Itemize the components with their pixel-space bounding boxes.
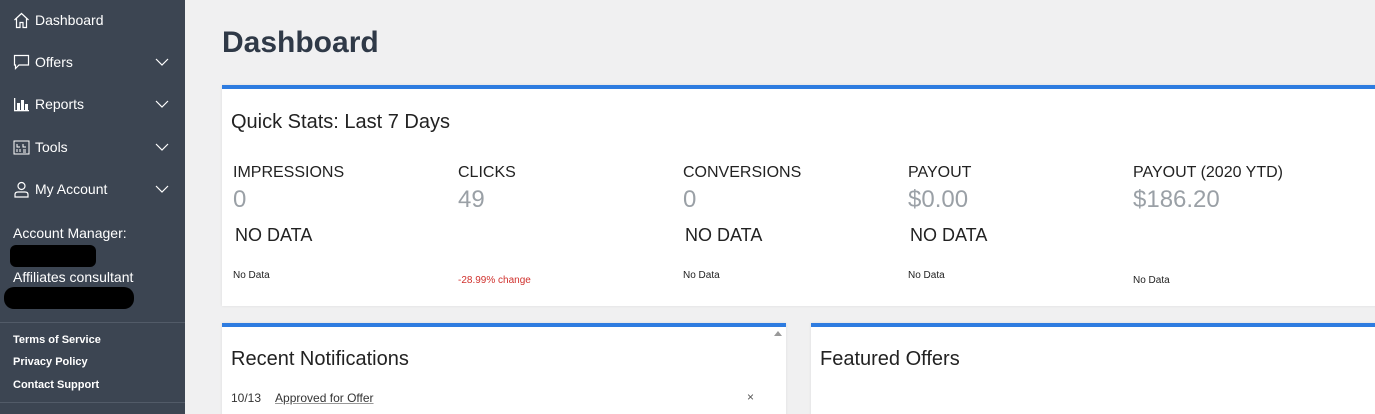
quick-stats-title: Quick Stats: Last 7 Days: [231, 111, 450, 133]
home-icon: [12, 11, 30, 29]
bar-chart-icon: [12, 95, 30, 113]
stat-foot: No Data: [1133, 275, 1170, 286]
sidebar-item-label: Offers: [35, 54, 73, 70]
page-title: Dashboard: [222, 26, 379, 59]
scroll-up-arrow[interactable]: [774, 331, 782, 336]
stat-value: 0: [233, 186, 247, 213]
sidebar-item-dashboard[interactable]: Dashboard: [0, 0, 185, 40]
notification-text[interactable]: Approved for Offer: [275, 391, 374, 405]
recent-notifications-card: Recent Notifications 10/13 Approved for …: [222, 323, 786, 414]
stat-value: 0: [683, 186, 697, 213]
sidebar-item-label: My Account: [35, 181, 108, 197]
stat-no-data: NO DATA: [910, 225, 988, 245]
stat-label: PAYOUT (2020 YTD): [1133, 164, 1283, 181]
stat-impressions: IMPRESSIONS 0: [233, 164, 453, 214]
stat-foot: No Data: [233, 270, 270, 281]
sidebar-item-offers[interactable]: Offers: [0, 42, 185, 82]
notifications-title: Recent Notifications: [231, 348, 409, 370]
contact-support-link[interactable]: Contact Support: [13, 379, 99, 391]
stat-value: 49: [458, 186, 485, 213]
stat-foot: No Data: [683, 270, 720, 281]
chevron-down-icon[interactable]: [155, 55, 169, 69]
chevron-down-icon[interactable]: [155, 97, 169, 111]
chevron-down-icon[interactable]: [155, 182, 169, 196]
redacted-email: [4, 287, 134, 309]
sidebar: Dashboard Offers Reports Tools My Accoun…: [0, 0, 185, 414]
stat-conversions: CONVERSIONS 0: [683, 164, 903, 214]
stat-label: CLICKS: [458, 164, 516, 181]
stat-value: $0.00: [908, 186, 969, 213]
sidebar-item-label: Reports: [35, 96, 85, 112]
stat-change: -28.99% change: [458, 275, 531, 286]
featured-offers-title: Featured Offers: [820, 348, 960, 370]
close-icon[interactable]: ×: [747, 390, 754, 404]
sidebar-item-reports[interactable]: Reports: [0, 84, 185, 124]
tools-icon: [12, 138, 30, 156]
user-icon: [12, 180, 30, 198]
consultant-label: Affiliates consultant: [13, 269, 134, 285]
stat-payout-ytd: PAYOUT (2020 YTD) $186.20: [1133, 164, 1353, 214]
chat-icon: [12, 53, 30, 71]
redacted-name: [10, 245, 96, 267]
account-manager-label: Account Manager:: [13, 225, 127, 241]
stat-label: IMPRESSIONS: [233, 164, 345, 181]
stat-no-data: NO DATA: [235, 225, 313, 245]
notification-date: 10/13: [231, 391, 262, 405]
stat-label: CONVERSIONS: [683, 164, 802, 181]
sidebar-item-label: Tools: [35, 139, 68, 155]
sidebar-item-tools[interactable]: Tools: [0, 127, 185, 167]
terms-of-service-link[interactable]: Terms of Service: [13, 334, 101, 346]
chevron-down-icon[interactable]: [155, 140, 169, 154]
stat-payout: PAYOUT $0.00: [908, 164, 1128, 214]
notification-item[interactable]: 10/13 Approved for Offer: [231, 391, 374, 405]
stat-no-data: NO DATA: [685, 225, 763, 245]
stat-clicks: CLICKS 49: [458, 164, 678, 214]
sidebar-item-label: Dashboard: [35, 12, 104, 28]
stat-foot: No Data: [908, 270, 945, 281]
stat-value: $186.20: [1133, 186, 1220, 213]
quick-stats-card: Quick Stats: Last 7 Days IMPRESSIONS 0 N…: [222, 85, 1375, 306]
featured-offers-card: Featured Offers: [811, 323, 1375, 414]
privacy-policy-link[interactable]: Privacy Policy: [13, 356, 88, 368]
sidebar-item-my-account[interactable]: My Account: [0, 169, 185, 209]
sidebar-divider: [0, 402, 185, 403]
stat-label: PAYOUT: [908, 164, 972, 181]
sidebar-divider: [0, 322, 185, 323]
